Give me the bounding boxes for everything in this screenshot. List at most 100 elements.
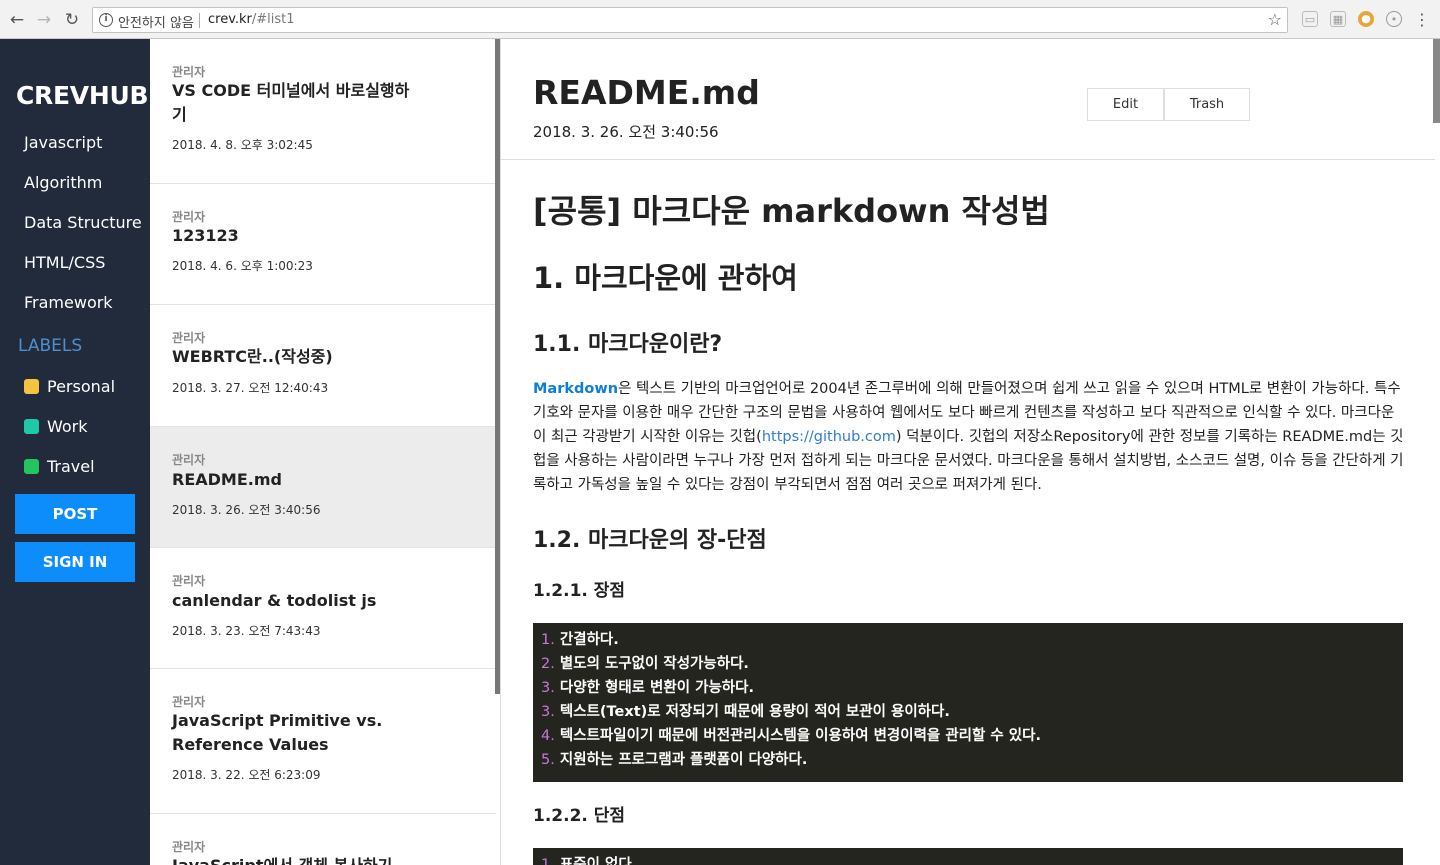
- line-number: 1.: [541, 857, 555, 865]
- post-list-item[interactable]: 관리자 canlendar & todolist js 2018. 3. 23.…: [150, 548, 496, 669]
- pros-code-block: 1. 간결하다. 2. 별도의 도구없이 작성가능하다. 3. 다양한 형태로 …: [533, 623, 1403, 782]
- post-list-item-selected[interactable]: 관리자 README.md 2018. 3. 26. 오전 3:40:56: [150, 427, 496, 548]
- line-number: 1.: [541, 632, 555, 648]
- reload-icon[interactable]: ↻: [61, 9, 83, 31]
- post-button[interactable]: POST: [15, 494, 135, 534]
- article-date: 2018. 3. 26. 오전 3:40:56: [533, 123, 719, 141]
- line-number: 3.: [541, 680, 555, 696]
- label-name: Work: [47, 417, 88, 436]
- labels-heading: LABELS: [18, 336, 83, 356]
- forward-arrow-icon[interactable]: →: [33, 9, 55, 31]
- label-name: Travel: [47, 457, 95, 476]
- post-author: 관리자: [172, 840, 206, 854]
- content-heading-pros-cons: 1.2. 마크다운의 장-단점: [533, 528, 767, 553]
- post-date: 2018. 3. 27. 오전 12:40:43: [172, 381, 329, 395]
- content-heading-cons: 1.2.2. 단점: [533, 806, 626, 826]
- line-text: 표준이 없다.: [559, 857, 638, 865]
- article-scrollbar[interactable]: [1433, 39, 1440, 123]
- post-list-item[interactable]: 관리자 VS CODE 터미널에서 바로실행하기 2018. 4. 8. 오후 …: [150, 39, 496, 184]
- line-text: 텍스트(Text)로 저장되기 때문에 용량이 적어 보관이 용이하다.: [559, 704, 950, 720]
- post-date: 2018. 4. 6. 오후 1:00:23: [172, 259, 313, 273]
- post-list: 관리자 VS CODE 터미널에서 바로실행하기 2018. 4. 8. 오후 …: [150, 39, 496, 865]
- post-title: canlendar & todolist js: [172, 591, 377, 610]
- label-color-swatch: [24, 419, 39, 434]
- post-author: 관리자: [172, 65, 206, 79]
- cons-code-block: 1. 표준이 없다.: [533, 848, 1403, 865]
- label-name: Personal: [47, 377, 116, 396]
- extension-icon[interactable]: ▦: [1330, 11, 1346, 27]
- article-title: README.md: [533, 73, 760, 112]
- line-number: 4.: [541, 728, 555, 744]
- security-label: 안전하지 않음: [118, 16, 194, 31]
- post-date: 2018. 3. 23. 오전 7:43:43: [172, 624, 321, 638]
- article-panel: README.md 2018. 3. 26. 오전 3:40:56 Edit T…: [501, 39, 1440, 865]
- code-line: 3. 텍스트(Text)로 저장되기 때문에 용량이 적어 보관이 용이하다.: [541, 700, 1395, 724]
- line-text: 지원하는 프로그램과 플랫폼이 다양하다.: [559, 752, 808, 768]
- browser-menu-icon[interactable]: ⋮: [1414, 10, 1430, 29]
- code-line: 2. 별도의 도구없이 작성가능하다.: [541, 652, 1395, 676]
- post-date: 2018. 4. 8. 오후 3:02:45: [172, 138, 313, 152]
- profile-extension-icon[interactable]: •: [1386, 11, 1402, 27]
- url-hash: /#list1: [251, 12, 295, 27]
- post-list-item[interactable]: 관리자 JavaScript Primitive vs. Reference V…: [150, 669, 496, 814]
- post-author: 관리자: [172, 210, 206, 224]
- line-text: 별도의 도구없이 작성가능하다.: [559, 656, 749, 672]
- post-date: 2018. 3. 22. 오전 6:23:09: [172, 768, 321, 782]
- line-text: 텍스트파일이기 때문에 버전관리시스템을 이용하여 변경이력을 관리할 수 있다…: [559, 728, 1041, 744]
- code-line: 3. 다양한 형태로 변환이 가능하다.: [541, 676, 1395, 700]
- post-list-item[interactable]: 관리자 WEBRTC란..(작성중) 2018. 3. 27. 오전 12:40…: [150, 305, 496, 427]
- post-author: 관리자: [172, 453, 206, 467]
- edit-button[interactable]: Edit: [1087, 88, 1164, 121]
- post-author: 관리자: [172, 331, 206, 345]
- post-title: JavaScript Primitive vs. Reference Value…: [172, 711, 383, 754]
- content-heading-pros: 1.2.1. 장점: [533, 581, 626, 601]
- intro-paragraph: Markdown은 텍스트 기반의 마크업언어로 2004년 존그루버에 의해 …: [533, 377, 1405, 497]
- post-title: VS CODE 터미널에서 바로실행하기: [172, 81, 410, 124]
- content-heading-intro: 1.1. 마크다운이란?: [533, 332, 723, 357]
- sign-in-button[interactable]: SIGN IN: [15, 542, 135, 582]
- url-separator: [199, 13, 200, 28]
- code-line: 5. 지원하는 프로그램과 플랫폼이 다양하다.: [541, 748, 1395, 772]
- header-divider: [501, 159, 1435, 160]
- line-number: 5.: [541, 752, 555, 768]
- label-color-swatch: [24, 459, 39, 474]
- github-link[interactable]: https://github.com: [762, 429, 896, 445]
- post-author: 관리자: [172, 574, 206, 588]
- post-author: 관리자: [172, 695, 206, 709]
- category-data-structure[interactable]: Data Structure: [24, 213, 142, 232]
- markdown-term: Markdown: [533, 381, 619, 397]
- code-line: 4. 텍스트파일이기 때문에 버전관리시스템을 이용하여 변경이력을 관리할 수…: [541, 724, 1395, 748]
- post-list-item[interactable]: 관리자 JavaScript에서 객체 복사하기: [150, 814, 496, 865]
- post-title: 123123: [172, 226, 239, 245]
- category-algorithm[interactable]: Algorithm: [24, 173, 102, 192]
- content-heading-1: [공통] 마크다운 markdown 작성법: [533, 192, 1050, 230]
- sidebar: CREVHUB Javascript Algorithm Data Struct…: [0, 39, 150, 865]
- line-text: 간결하다.: [559, 632, 619, 648]
- url-text[interactable]: crev.kr/#list1: [208, 12, 295, 27]
- post-list-item[interactable]: 관리자 123123 2018. 4. 6. 오후 1:00:23: [150, 184, 496, 305]
- post-title: README.md: [172, 470, 282, 489]
- label-color-swatch: [24, 379, 39, 394]
- category-html-css[interactable]: HTML/CSS: [24, 253, 105, 272]
- cast-extension-icon[interactable]: ▭: [1302, 11, 1318, 27]
- url-host: crev.kr: [208, 12, 252, 27]
- line-number: 2.: [541, 656, 555, 672]
- trash-button[interactable]: Trash: [1164, 88, 1250, 121]
- browser-toolbar: ← → ↻ i 안전하지 않음 crev.kr/#list1 ☆ ▭ ▦ ● •…: [0, 0, 1440, 39]
- cookie-extension-icon[interactable]: ●: [1358, 11, 1374, 27]
- post-title: JavaScript에서 객체 복사하기: [172, 854, 412, 865]
- line-text: 다양한 형태로 변환이 가능하다.: [559, 680, 754, 696]
- code-line: 1. 표준이 없다.: [541, 853, 1395, 865]
- category-javascript[interactable]: Javascript: [24, 133, 102, 152]
- info-icon[interactable]: i: [99, 13, 113, 27]
- back-arrow-icon[interactable]: ←: [6, 9, 28, 31]
- address-bar[interactable]: i 안전하지 않음 crev.kr/#list1 ☆: [92, 7, 1288, 33]
- content-heading-2: 1. 마크다운에 관하여: [533, 261, 798, 295]
- code-line: 1. 간결하다.: [541, 628, 1395, 652]
- category-framework[interactable]: Framework: [24, 293, 113, 312]
- post-title: WEBRTC란..(작성중): [172, 347, 333, 366]
- bookmark-star-icon[interactable]: ☆: [1268, 10, 1282, 29]
- site-logo[interactable]: CREVHUB: [16, 81, 149, 110]
- line-number: 3.: [541, 704, 555, 720]
- post-date: 2018. 3. 26. 오전 3:40:56: [172, 503, 321, 517]
